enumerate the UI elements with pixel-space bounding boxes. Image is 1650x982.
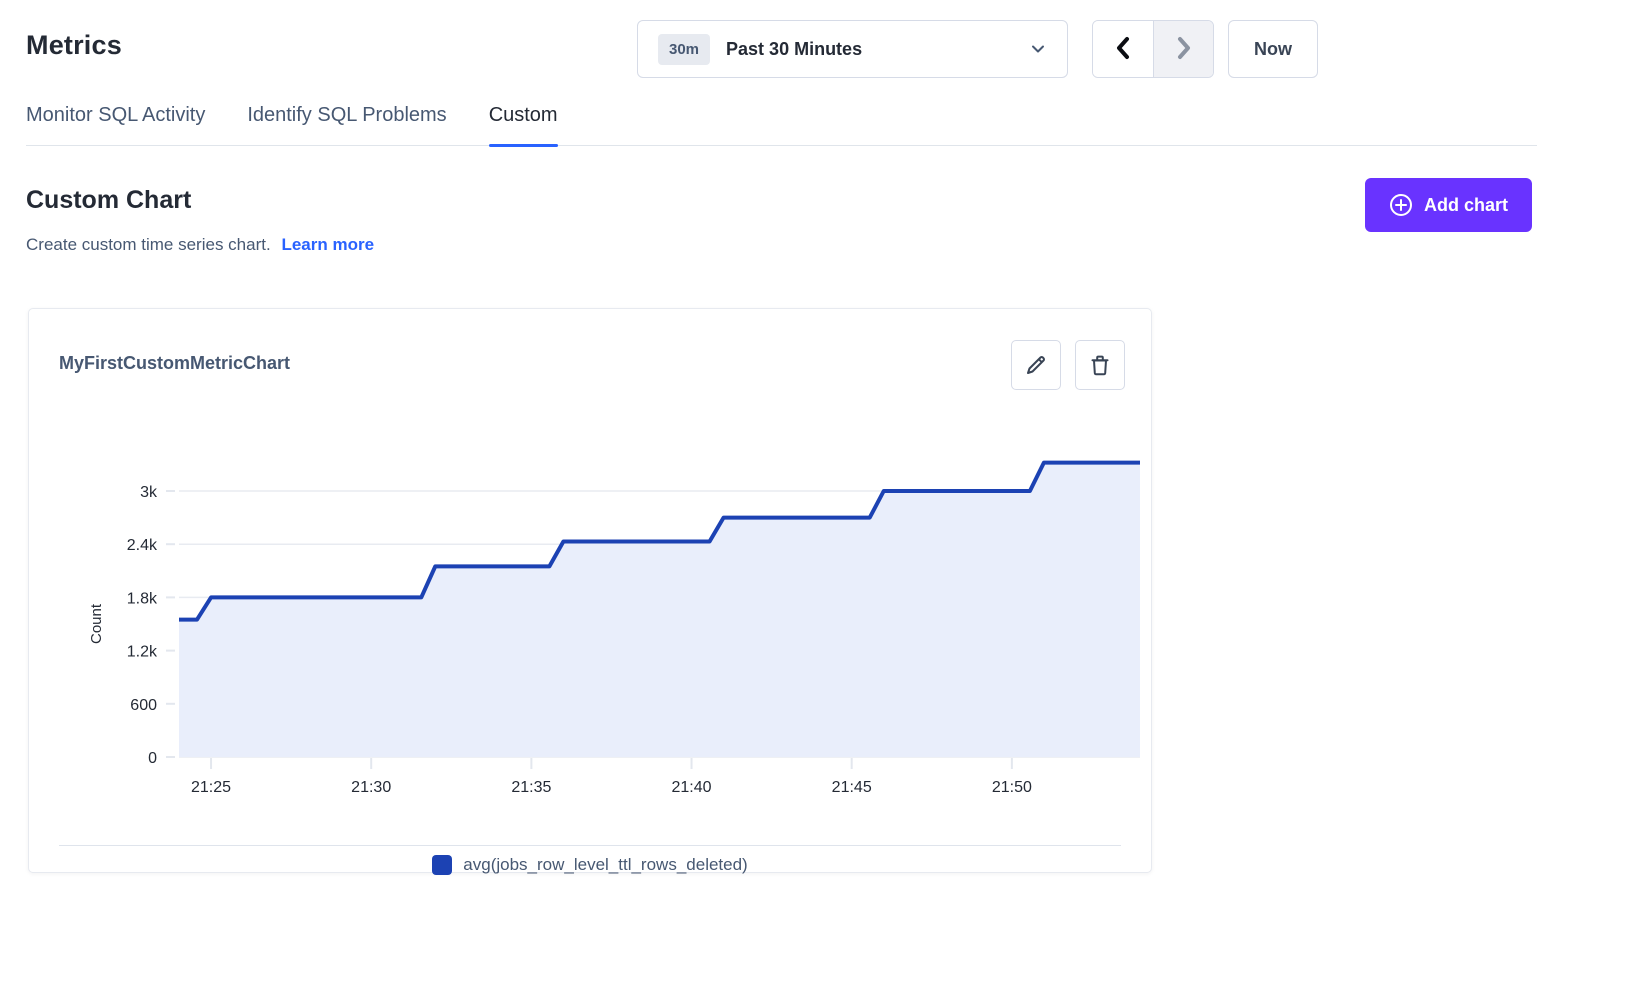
metrics-tabs: Monitor SQL Activity Identify SQL Proble… [26,100,1537,146]
plus-circle-icon [1389,193,1413,217]
next-time-button[interactable] [1153,21,1213,77]
previous-time-button[interactable] [1093,21,1153,77]
svg-text:21:40: 21:40 [672,779,712,796]
svg-text:1.2k: 1.2k [127,644,158,661]
now-button[interactable]: Now [1228,20,1318,78]
tab-monitor-sql-activity[interactable]: Monitor SQL Activity [26,100,205,145]
add-chart-label: Add chart [1424,195,1508,216]
svg-text:2.4k: 2.4k [127,537,158,554]
topbar: Metrics 30m Past 30 Minutes [26,18,1537,80]
delete-chart-button[interactable] [1075,340,1125,390]
tab-custom[interactable]: Custom [489,100,558,145]
svg-text:21:45: 21:45 [832,779,872,796]
chevron-down-icon [1029,40,1047,58]
svg-text:600: 600 [130,697,157,714]
trash-icon [1088,353,1112,377]
svg-text:3k: 3k [140,484,158,501]
svg-text:1.8k: 1.8k [127,590,158,607]
time-controls: 30m Past 30 Minutes Now [637,20,1318,78]
chart-title: MyFirstCustomMetricChart [59,353,290,374]
svg-text:Count: Count [88,603,105,644]
chevron-left-icon [1112,35,1134,64]
edit-chart-button[interactable] [1011,340,1061,390]
chart-actions [1011,340,1125,390]
time-range-select[interactable]: 30m Past 30 Minutes [637,20,1068,78]
legend-swatch [432,855,452,875]
time-range-badge: 30m [658,34,710,65]
chevron-right-icon [1173,35,1195,64]
pencil-icon [1024,353,1048,377]
time-series-chart[interactable]: 0 600 1.2k 1.8k 2.4k 3k 21:25 21:30 21:35 21:40 21… [29,411,1153,811]
section-title: Custom Chart [26,186,1537,215]
card-divider [59,845,1121,846]
chart-legend: avg(jobs_row_level_ttl_rows_deleted) [29,855,1151,875]
custom-chart-card: MyFirstCustomMetricChart 0 600 1.2k 1.8k 2.4… [28,308,1152,873]
custom-chart-section-head: Custom Chart Create custom time series c… [26,178,1537,255]
learn-more-link[interactable]: Learn more [281,235,374,254]
svg-text:21:25: 21:25 [191,779,231,796]
page-title: Metrics [26,30,122,61]
svg-text:21:35: 21:35 [511,779,551,796]
subtitle-text: Create custom time series chart. [26,235,271,254]
section-subtitle: Create custom time series chart. Learn m… [26,235,1537,255]
tab-identify-sql-problems[interactable]: Identify SQL Problems [247,100,446,145]
metrics-page: Metrics 30m Past 30 Minutes [0,0,1650,982]
add-chart-button[interactable]: Add chart [1365,178,1532,232]
svg-text:21:30: 21:30 [351,779,391,796]
legend-series-label: avg(jobs_row_level_ttl_rows_deleted) [463,855,747,875]
time-range-label: Past 30 Minutes [726,39,1029,60]
svg-text:21:50: 21:50 [992,779,1032,796]
time-step-group [1092,20,1214,78]
chart-card-header: MyFirstCustomMetricChart [59,337,1125,399]
svg-text:0: 0 [148,750,157,767]
